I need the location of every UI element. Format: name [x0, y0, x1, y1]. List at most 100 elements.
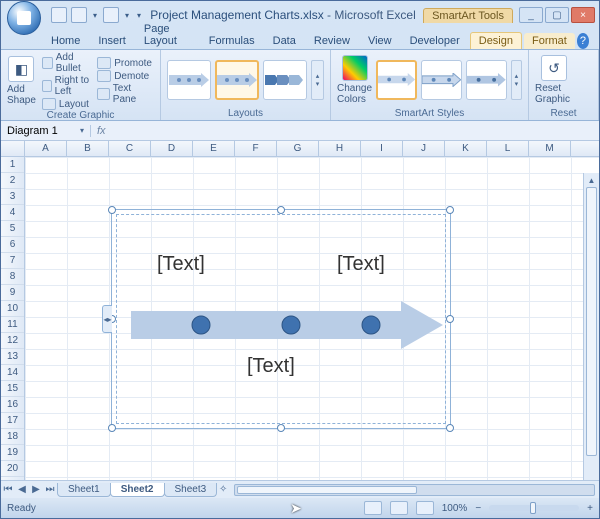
row-6[interactable]: 6: [1, 237, 24, 253]
zoom-in-button[interactable]: +: [587, 503, 593, 514]
col-J[interactable]: J: [403, 141, 445, 156]
layout-option-1[interactable]: [167, 60, 211, 100]
smartart-object[interactable]: ◂▸ [Text] [Text] [Text]: [111, 209, 451, 429]
row-18[interactable]: 18: [1, 429, 24, 445]
qat-undo-dropdown-icon[interactable]: ▾: [91, 7, 99, 23]
tab-home[interactable]: Home: [43, 33, 88, 49]
smartart-text-1[interactable]: [Text]: [157, 253, 205, 276]
tab-developer[interactable]: Developer: [402, 33, 468, 49]
style-option-2[interactable]: [421, 60, 462, 100]
help-icon[interactable]: ?: [577, 33, 589, 49]
scroll-thumb[interactable]: [586, 187, 597, 456]
row-20[interactable]: 20: [1, 461, 24, 477]
resize-handle-tm[interactable]: [277, 206, 285, 214]
smartart-node-2[interactable]: [282, 316, 300, 334]
col-M[interactable]: M: [529, 141, 571, 156]
name-box[interactable]: Diagram 1 ▾: [1, 125, 91, 137]
sheet-tab-3[interactable]: Sheet3: [164, 483, 218, 497]
tab-insert[interactable]: Insert: [90, 33, 134, 49]
row-15[interactable]: 15: [1, 381, 24, 397]
styles-more-button[interactable]: ▴▾: [511, 60, 522, 100]
view-normal-icon[interactable]: [364, 501, 382, 515]
smartart-text-3[interactable]: [Text]: [247, 355, 295, 378]
row-8[interactable]: 8: [1, 269, 24, 285]
row-3[interactable]: 3: [1, 189, 24, 205]
add-bullet-button[interactable]: Add Bullet: [40, 52, 91, 74]
resize-handle-bl[interactable]: [108, 424, 116, 432]
col-B[interactable]: B: [67, 141, 109, 156]
sheet-tab-1[interactable]: Sheet1: [57, 483, 111, 497]
qat-save-icon[interactable]: [51, 7, 67, 23]
col-H[interactable]: H: [319, 141, 361, 156]
col-I[interactable]: I: [361, 141, 403, 156]
zoom-level[interactable]: 100%: [442, 503, 468, 514]
smartart-node-1[interactable]: [192, 316, 210, 334]
smartart-text-2[interactable]: [Text]: [337, 253, 385, 276]
tab-formulas[interactable]: Formulas: [201, 33, 263, 49]
tab-data[interactable]: Data: [265, 33, 304, 49]
promote-button[interactable]: Promote: [95, 57, 154, 69]
new-sheet-icon[interactable]: ✧: [216, 483, 230, 497]
row-1[interactable]: 1: [1, 157, 24, 173]
row-9[interactable]: 9: [1, 285, 24, 301]
hscroll-thumb[interactable]: [237, 486, 416, 494]
col-A[interactable]: A: [25, 141, 67, 156]
col-E[interactable]: E: [193, 141, 235, 156]
minimize-button[interactable]: _: [519, 7, 543, 23]
sheet-nav-first-icon[interactable]: ⏮: [1, 483, 15, 497]
layout-button[interactable]: Layout: [40, 98, 91, 110]
horizontal-scrollbar[interactable]: [234, 484, 595, 496]
change-colors-button[interactable]: Change Colors: [337, 55, 372, 105]
qat-redo-icon[interactable]: [103, 7, 119, 23]
sheet-tab-2-active[interactable]: Sheet2: [110, 483, 165, 497]
view-pagebreak-icon[interactable]: [416, 501, 434, 515]
text-pane-button[interactable]: Text Pane: [95, 83, 154, 105]
close-button[interactable]: ×: [571, 7, 595, 23]
style-option-1-selected[interactable]: [376, 60, 417, 100]
cells-grid[interactable]: ◂▸ [Text] [Text] [Text] ▲: [25, 157, 599, 480]
col-F[interactable]: F: [235, 141, 277, 156]
maximize-button[interactable]: ▢: [545, 7, 569, 23]
resize-handle-br[interactable]: [446, 424, 454, 432]
add-shape-button[interactable]: ◧ Add Shape: [7, 56, 36, 106]
row-11[interactable]: 11: [1, 317, 24, 333]
name-box-dropdown-icon[interactable]: ▾: [80, 126, 84, 135]
vertical-scrollbar[interactable]: ▲ ▼: [583, 173, 599, 480]
sheet-nav-last-icon[interactable]: ⏭: [43, 483, 57, 497]
fx-icon[interactable]: fx: [91, 125, 112, 137]
right-to-left-button[interactable]: Right to Left: [40, 75, 91, 97]
tab-view[interactable]: View: [360, 33, 400, 49]
layout-option-3[interactable]: [263, 60, 307, 100]
layouts-more-button[interactable]: ▴▾: [311, 60, 324, 100]
row-14[interactable]: 14: [1, 365, 24, 381]
qat-undo-icon[interactable]: [71, 7, 87, 23]
col-D[interactable]: D: [151, 141, 193, 156]
tab-page-layout[interactable]: Page Layout: [136, 21, 199, 49]
resize-handle-tr[interactable]: [446, 206, 454, 214]
reset-graphic-button[interactable]: ↺ Reset Graphic: [535, 55, 573, 105]
row-12[interactable]: 12: [1, 333, 24, 349]
demote-button[interactable]: Demote: [95, 70, 154, 82]
row-13[interactable]: 13: [1, 349, 24, 365]
row-2[interactable]: 2: [1, 173, 24, 189]
resize-handle-mr[interactable]: [446, 315, 454, 323]
zoom-slider[interactable]: [489, 505, 579, 511]
col-G[interactable]: G: [277, 141, 319, 156]
row-5[interactable]: 5: [1, 221, 24, 237]
row-7[interactable]: 7: [1, 253, 24, 269]
row-16[interactable]: 16: [1, 397, 24, 413]
tab-review[interactable]: Review: [306, 33, 358, 49]
smartart-arrow-shape[interactable]: [131, 301, 443, 349]
sheet-nav-prev-icon[interactable]: ◀: [15, 483, 29, 497]
sheet-nav-next-icon[interactable]: ▶: [29, 483, 43, 497]
view-pagelayout-icon[interactable]: [390, 501, 408, 515]
smartart-node-3[interactable]: [362, 316, 380, 334]
zoom-out-button[interactable]: −: [475, 503, 481, 514]
style-option-3[interactable]: [466, 60, 507, 100]
col-C[interactable]: C: [109, 141, 151, 156]
col-L[interactable]: L: [487, 141, 529, 156]
qat-redo-dropdown-icon[interactable]: ▾: [123, 7, 131, 23]
row-17[interactable]: 17: [1, 413, 24, 429]
row-4[interactable]: 4: [1, 205, 24, 221]
tab-design[interactable]: Design: [470, 32, 522, 49]
